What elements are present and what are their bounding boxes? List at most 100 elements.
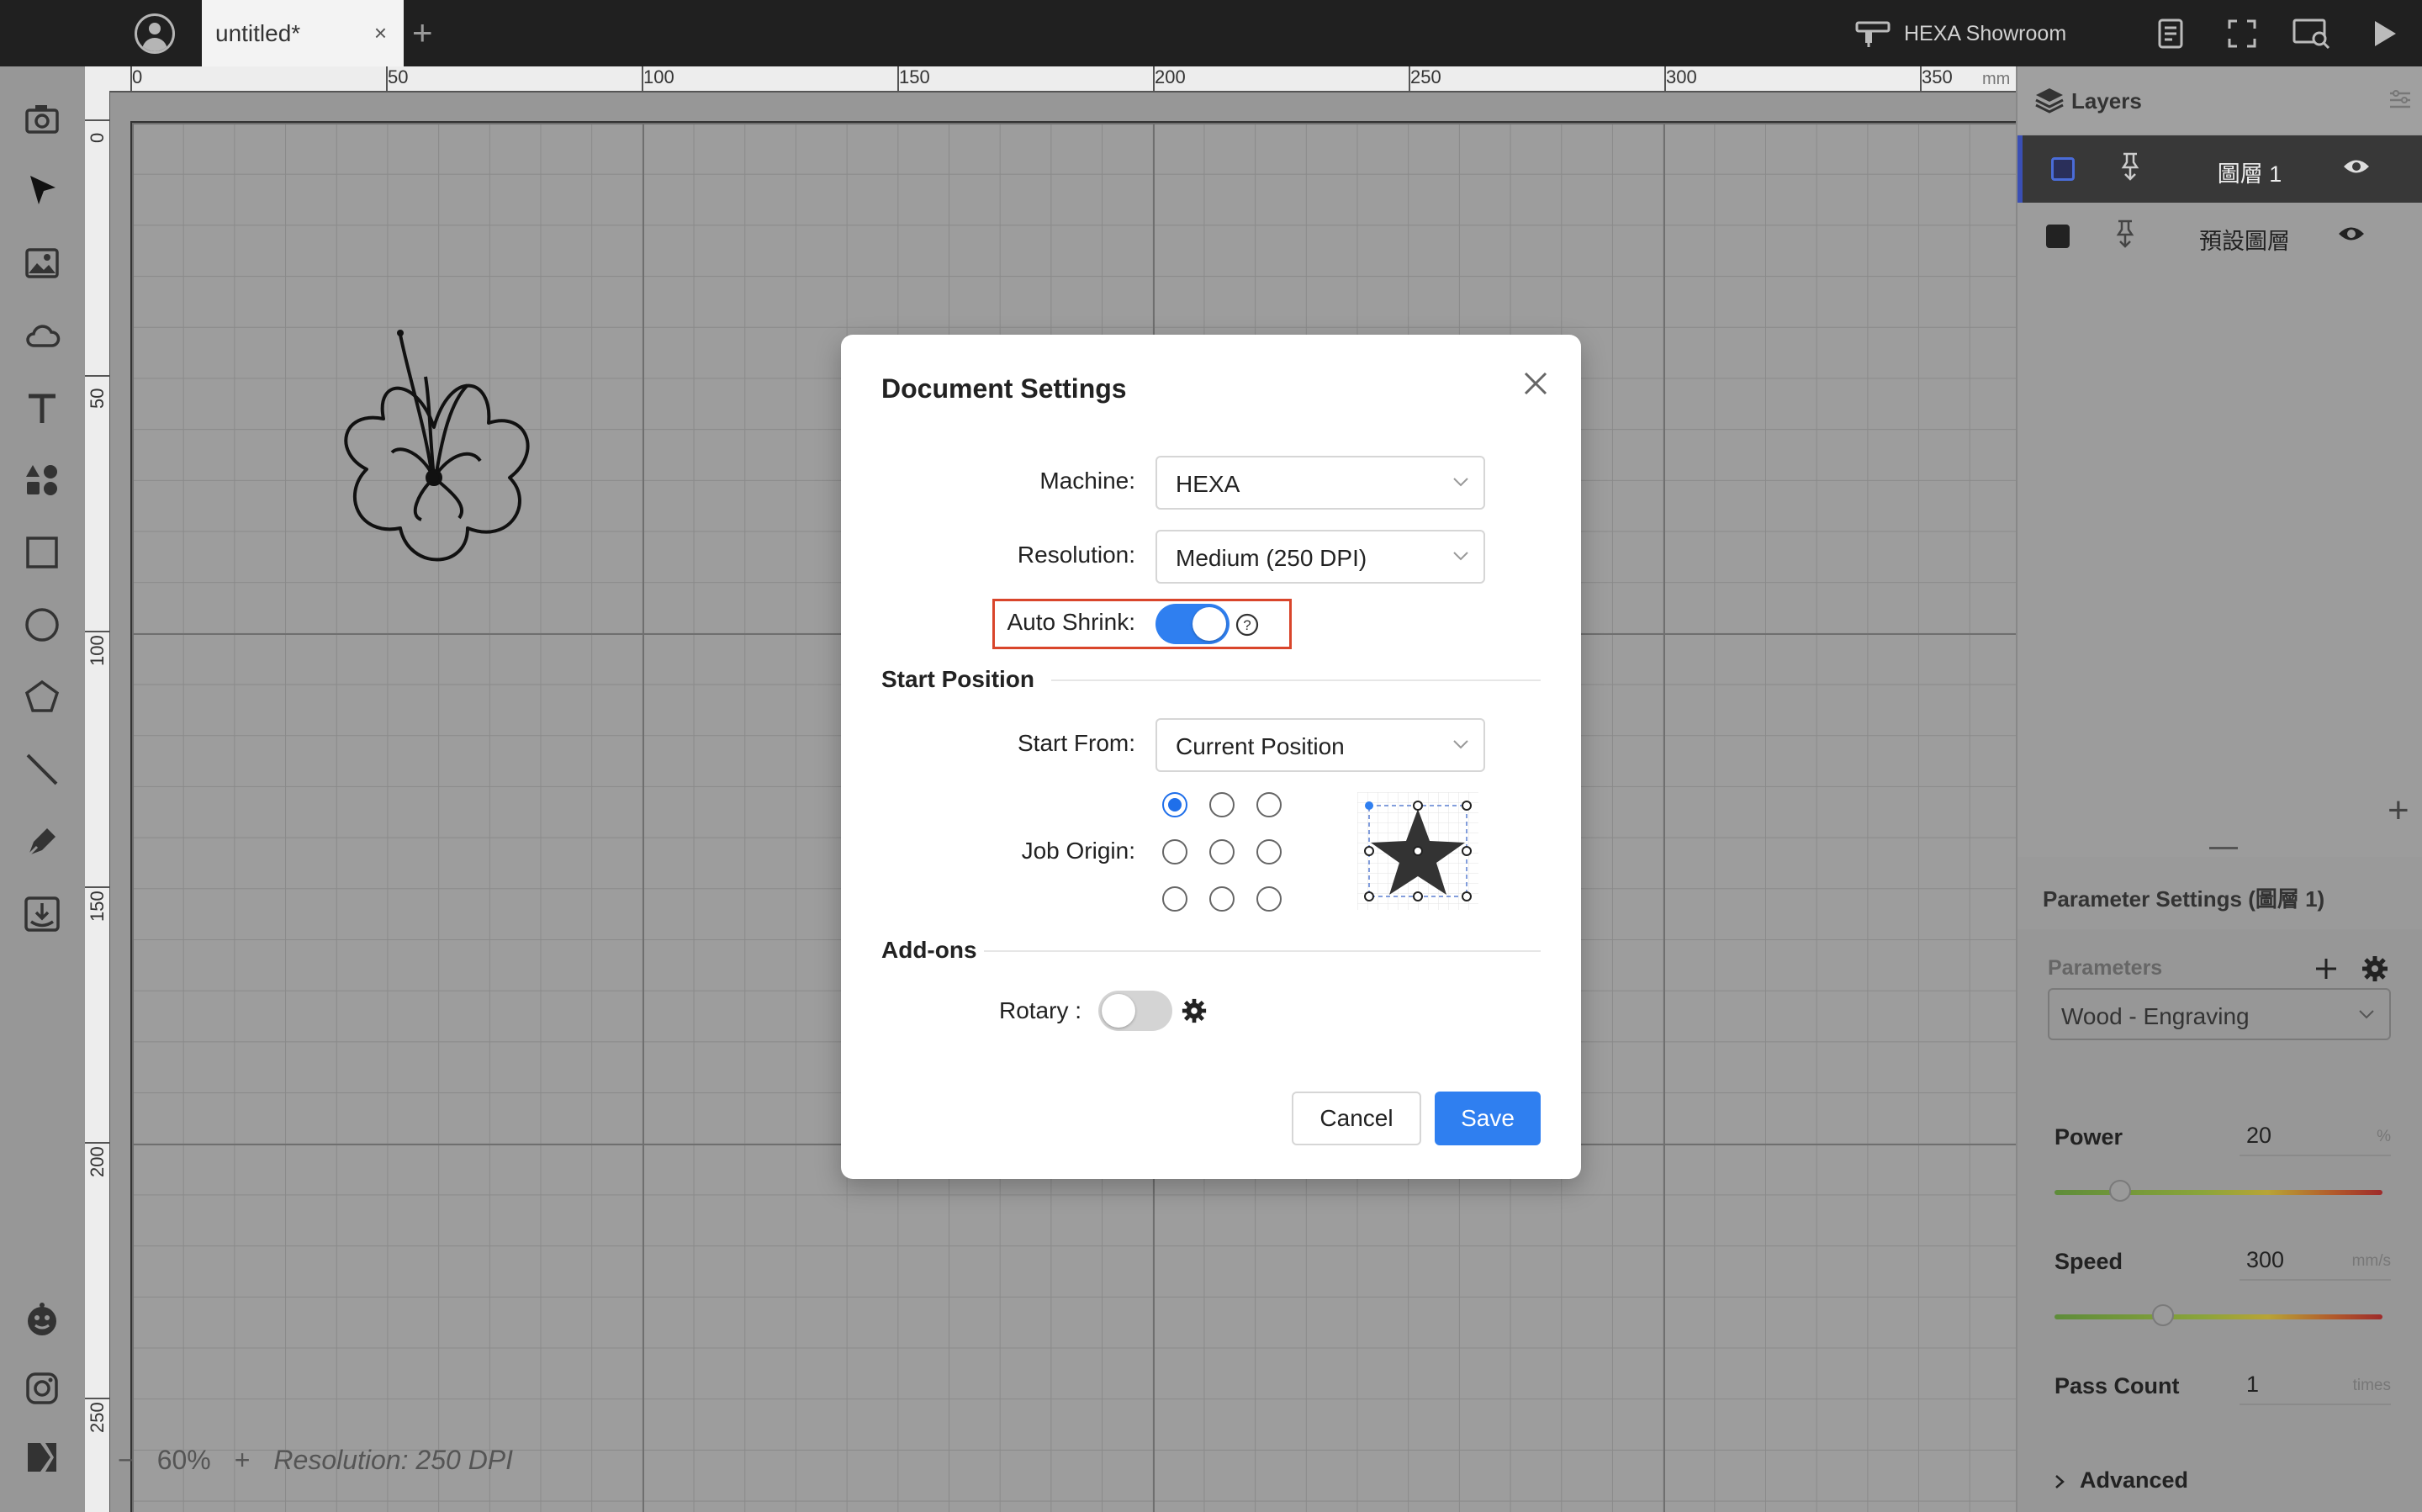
- cancel-button[interactable]: Cancel: [1292, 1092, 1421, 1145]
- preview-monitor-icon[interactable]: [2292, 19, 2331, 49]
- resolution-select[interactable]: Medium (250 DPI): [1155, 530, 1485, 584]
- document-icon[interactable]: [2156, 19, 2185, 49]
- power-slider[interactable]: [2054, 1180, 2382, 1202]
- ruler-tick-label: 200: [87, 1146, 108, 1177]
- elements-tool-icon[interactable]: [22, 460, 62, 500]
- chevron-right-icon: [2055, 1474, 2065, 1488]
- top-bar: untitled* × + HEXA Showroom: [0, 0, 2422, 66]
- panel-resize-handle[interactable]: [2209, 847, 2238, 849]
- instagram-icon[interactable]: [22, 1368, 62, 1409]
- ellipse-tool-icon[interactable]: [22, 605, 62, 645]
- rectangle-tool-icon[interactable]: [22, 532, 62, 573]
- job-origin-radio-bottom-center[interactable]: [1209, 886, 1235, 912]
- add-layer-button[interactable]: +: [2388, 790, 2409, 832]
- speed-unit: mm/s: [2351, 1252, 2391, 1270]
- power-value[interactable]: 20: [2246, 1123, 2271, 1149]
- speed-value[interactable]: 300: [2246, 1247, 2284, 1273]
- layer-settings-icon[interactable]: [2388, 87, 2413, 112]
- chevron-down-icon: [1453, 552, 1468, 561]
- tab-title: untitled*: [215, 20, 301, 46]
- flower-drawing[interactable]: [325, 326, 543, 579]
- layer-color-swatch[interactable]: [2051, 157, 2075, 181]
- zoom-in-button[interactable]: +: [235, 1445, 251, 1476]
- rotary-label: Rotary :: [998, 997, 1081, 1023]
- visibility-eye-icon[interactable]: [2342, 156, 2371, 177]
- job-origin-radio-top-right[interactable]: [1256, 792, 1282, 817]
- line-tool-icon[interactable]: [22, 749, 62, 790]
- add-preset-icon[interactable]: [2314, 956, 2339, 981]
- job-origin-radio-bottom-left[interactable]: [1162, 886, 1187, 912]
- design-market-icon[interactable]: [22, 1437, 62, 1478]
- parameters-label: Parameters: [2048, 956, 2163, 980]
- user-avatar-icon[interactable]: [135, 13, 175, 54]
- zoom-out-button[interactable]: −: [118, 1445, 134, 1476]
- laser-module-icon: [2121, 152, 2139, 181]
- ruler-top: 0 50 100 150 200 250 300 350 mm: [85, 66, 2016, 93]
- layer-name[interactable]: 圖層 1: [2191, 156, 2308, 188]
- ruler-tick-label: 0: [87, 132, 108, 143]
- ruler-tick-label: 250: [87, 1402, 108, 1433]
- speed-slider-thumb[interactable]: [2151, 1304, 2174, 1326]
- job-origin-radio-top-center[interactable]: [1209, 792, 1235, 817]
- left-toolbar: [0, 66, 85, 1512]
- zoom-value: 60%: [156, 1445, 211, 1475]
- zoom-controls: − 60% + Resolution: 250 DPI: [118, 1445, 513, 1476]
- help-icon[interactable]: ?: [1235, 612, 1260, 637]
- camera-tool-icon[interactable]: [22, 98, 62, 139]
- rotary-toggle[interactable]: [1098, 991, 1172, 1031]
- visibility-eye-icon[interactable]: [2337, 223, 2366, 245]
- job-origin-radio-middle-right[interactable]: [1256, 839, 1282, 864]
- layer-row-1[interactable]: 圖層 1: [2017, 135, 2422, 203]
- layer-name[interactable]: 預設圖層: [2186, 223, 2303, 256]
- auto-shrink-label: Auto Shrink:: [1007, 609, 1135, 635]
- ruler-tick-label: 100: [87, 635, 108, 666]
- power-label: Power: [2054, 1124, 2123, 1150]
- pass-count-value[interactable]: 1: [2246, 1372, 2259, 1398]
- ruler-tick-label: 50: [87, 388, 108, 409]
- help-icon-glyph: ?: [1243, 617, 1251, 633]
- preset-select[interactable]: Wood - Engraving: [2048, 988, 2391, 1040]
- parameter-box: Parameters Wood - Engraving Power 20 % S…: [2017, 929, 2422, 1512]
- polygon-tool-icon[interactable]: [22, 677, 62, 717]
- preset-gear-icon[interactable]: [2361, 954, 2389, 983]
- close-icon[interactable]: [1520, 368, 1551, 399]
- play-icon[interactable]: [2372, 19, 2398, 49]
- job-origin-radio-bottom-right[interactable]: [1256, 886, 1282, 912]
- start-from-select[interactable]: Current Position: [1155, 718, 1485, 772]
- preset-select-value: Wood - Engraving: [2061, 1003, 2250, 1029]
- ruler-unit: mm: [1982, 70, 2011, 88]
- ruler-left: 0 50 100 150 200 250: [85, 91, 111, 1512]
- ruler-tick-label: 50: [388, 66, 409, 87]
- power-slider-thumb[interactable]: [2109, 1180, 2131, 1202]
- job-origin-radio-center[interactable]: [1209, 839, 1235, 864]
- tab-untitled[interactable]: untitled* ×: [202, 0, 404, 66]
- pen-tool-icon[interactable]: [22, 822, 62, 862]
- job-origin-radio-middle-left[interactable]: [1162, 839, 1187, 864]
- start-from-select-value: Current Position: [1176, 733, 1345, 759]
- job-origin-label: Job Origin:: [1021, 838, 1135, 864]
- new-tab-button[interactable]: +: [412, 12, 433, 54]
- ruler-tick-label: 200: [1155, 66, 1186, 87]
- advanced-toggle[interactable]: Advanced: [2051, 1467, 2188, 1493]
- community-face-icon[interactable]: [22, 1299, 62, 1340]
- layers-title: Layers: [2071, 88, 2142, 114]
- cloud-icon[interactable]: [22, 315, 62, 356]
- speed-slider[interactable]: [2054, 1304, 2382, 1326]
- select-cursor-icon[interactable]: [22, 171, 62, 211]
- text-tool-icon[interactable]: [22, 388, 62, 428]
- image-tool-icon[interactable]: [22, 243, 62, 283]
- save-button[interactable]: Save: [1435, 1092, 1541, 1145]
- layers-header: Layers: [2017, 66, 2422, 134]
- rotary-gear-icon[interactable]: [1181, 997, 1208, 1024]
- right-panel: Layers 圖層 1 預設圖層 + Parameter Settings (圖…: [2016, 66, 2422, 1512]
- fullscreen-icon[interactable]: [2227, 19, 2257, 49]
- shape-library-icon[interactable]: [22, 894, 62, 934]
- machine-select[interactable]: HEXA: [1155, 456, 1485, 510]
- tab-close-icon[interactable]: ×: [374, 20, 387, 46]
- job-origin-radio-top-left[interactable]: [1162, 792, 1187, 817]
- parameter-settings-section: Parameter Settings (圖層 1) Parameters Woo…: [2017, 857, 2422, 1512]
- auto-shrink-toggle[interactable]: [1155, 604, 1230, 644]
- device-selector[interactable]: HEXA Showroom: [1855, 17, 2066, 50]
- layer-color-swatch[interactable]: [2046, 225, 2070, 248]
- layer-row-default[interactable]: 預設圖層: [2017, 203, 2422, 270]
